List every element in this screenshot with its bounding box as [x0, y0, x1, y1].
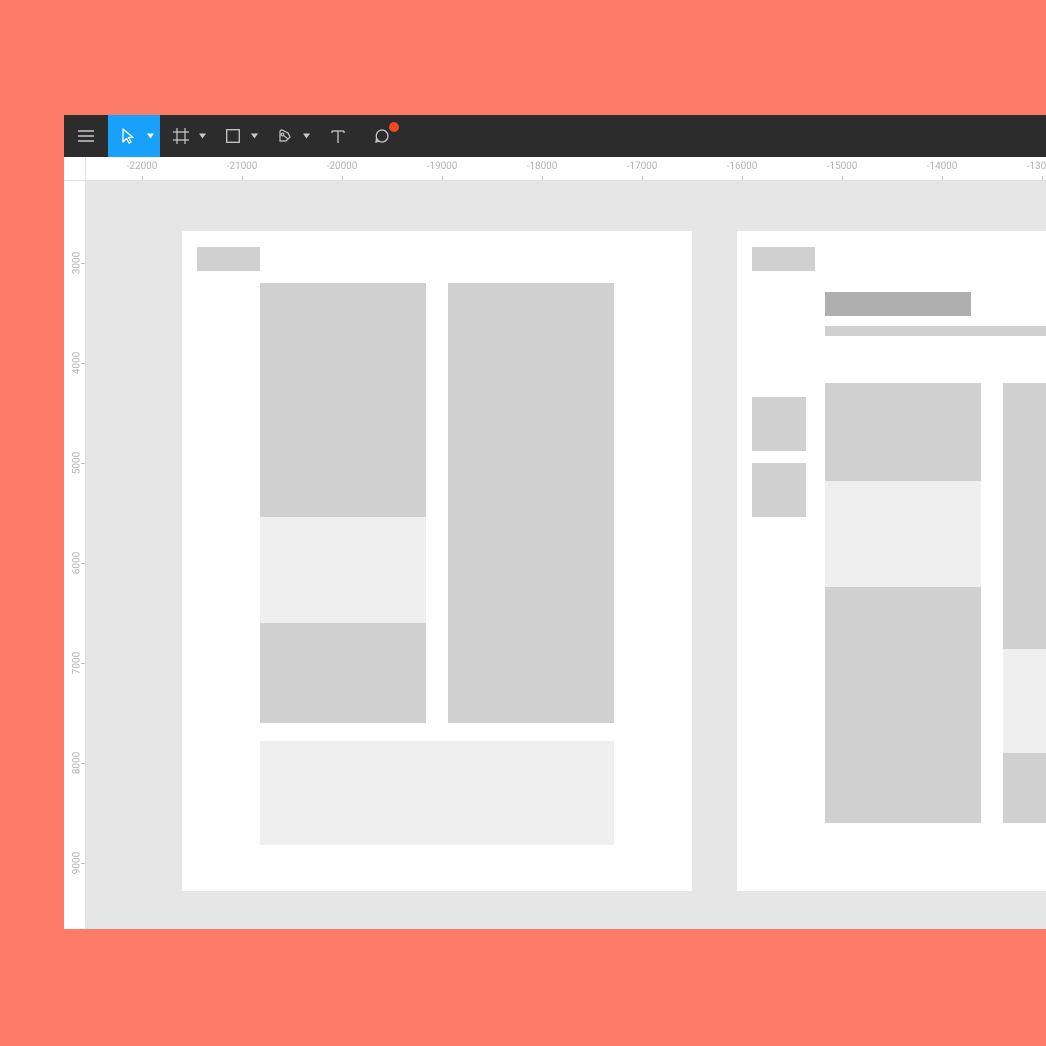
ruler-h-label: -19000 [427, 161, 458, 172]
comment-tool-button[interactable] [360, 115, 404, 157]
frame-tool-button[interactable] [160, 115, 212, 157]
placeholder-block[interactable] [260, 741, 614, 845]
placeholder-block[interactable] [825, 587, 981, 823]
ruler-h-label: -20000 [327, 161, 358, 172]
ruler-horizontal[interactable]: -22000 -21000 -20000 -19000 -18000 -1700… [86, 157, 1046, 181]
ruler-corner [64, 157, 86, 181]
pen-icon [277, 128, 293, 144]
app-window: -22000 -21000 -20000 -19000 -18000 -1700… [64, 115, 1046, 929]
ruler-h-label: -13000 [1027, 161, 1046, 172]
move-tool-button[interactable] [108, 115, 160, 157]
placeholder-block[interactable] [825, 383, 981, 481]
chevron-down-icon [199, 134, 206, 139]
cursor-icon [122, 128, 136, 144]
ruler-h-label: -17000 [627, 161, 658, 172]
placeholder-block[interactable] [1003, 383, 1046, 649]
ruler-h-label: -14000 [927, 161, 958, 172]
placeholder-block[interactable] [1003, 649, 1046, 753]
placeholder-block[interactable] [1003, 753, 1046, 823]
placeholder-block[interactable] [260, 283, 426, 517]
square-icon [226, 129, 240, 143]
placeholder-block[interactable] [448, 283, 614, 723]
placeholder-block[interactable] [825, 292, 971, 316]
frame-a[interactable] [182, 231, 692, 891]
chevron-down-icon [147, 134, 154, 139]
placeholder-block[interactable] [825, 481, 981, 587]
notification-badge [389, 122, 399, 132]
ruler-h-label: -18000 [527, 161, 558, 172]
hamburger-icon [78, 130, 94, 142]
text-icon [331, 129, 345, 143]
ruler-h-label: -16000 [727, 161, 758, 172]
chevron-down-icon [251, 134, 258, 139]
main-menu-button[interactable] [64, 115, 108, 157]
ruler-vertical[interactable]: 3000 4000 5000 6000 7000 8000 9000 [64, 157, 86, 929]
frame-icon [173, 128, 189, 144]
pen-tool-button[interactable] [264, 115, 316, 157]
frame-b[interactable] [737, 231, 1046, 891]
placeholder-block[interactable] [260, 623, 426, 723]
ruler-h-label: -21000 [227, 161, 258, 172]
placeholder-block[interactable] [197, 247, 260, 271]
placeholder-block[interactable] [752, 247, 815, 271]
placeholder-block[interactable] [260, 517, 426, 623]
design-canvas[interactable] [86, 181, 1046, 929]
comment-icon [374, 128, 390, 144]
ruler-h-label: -15000 [827, 161, 858, 172]
placeholder-block[interactable] [752, 397, 806, 451]
chevron-down-icon [303, 134, 310, 139]
placeholder-block[interactable] [752, 463, 806, 517]
text-tool-button[interactable] [316, 115, 360, 157]
placeholder-block[interactable] [825, 326, 1046, 336]
ruler-h-label: -22000 [127, 161, 158, 172]
shape-tool-button[interactable] [212, 115, 264, 157]
toolbar [64, 115, 1046, 157]
